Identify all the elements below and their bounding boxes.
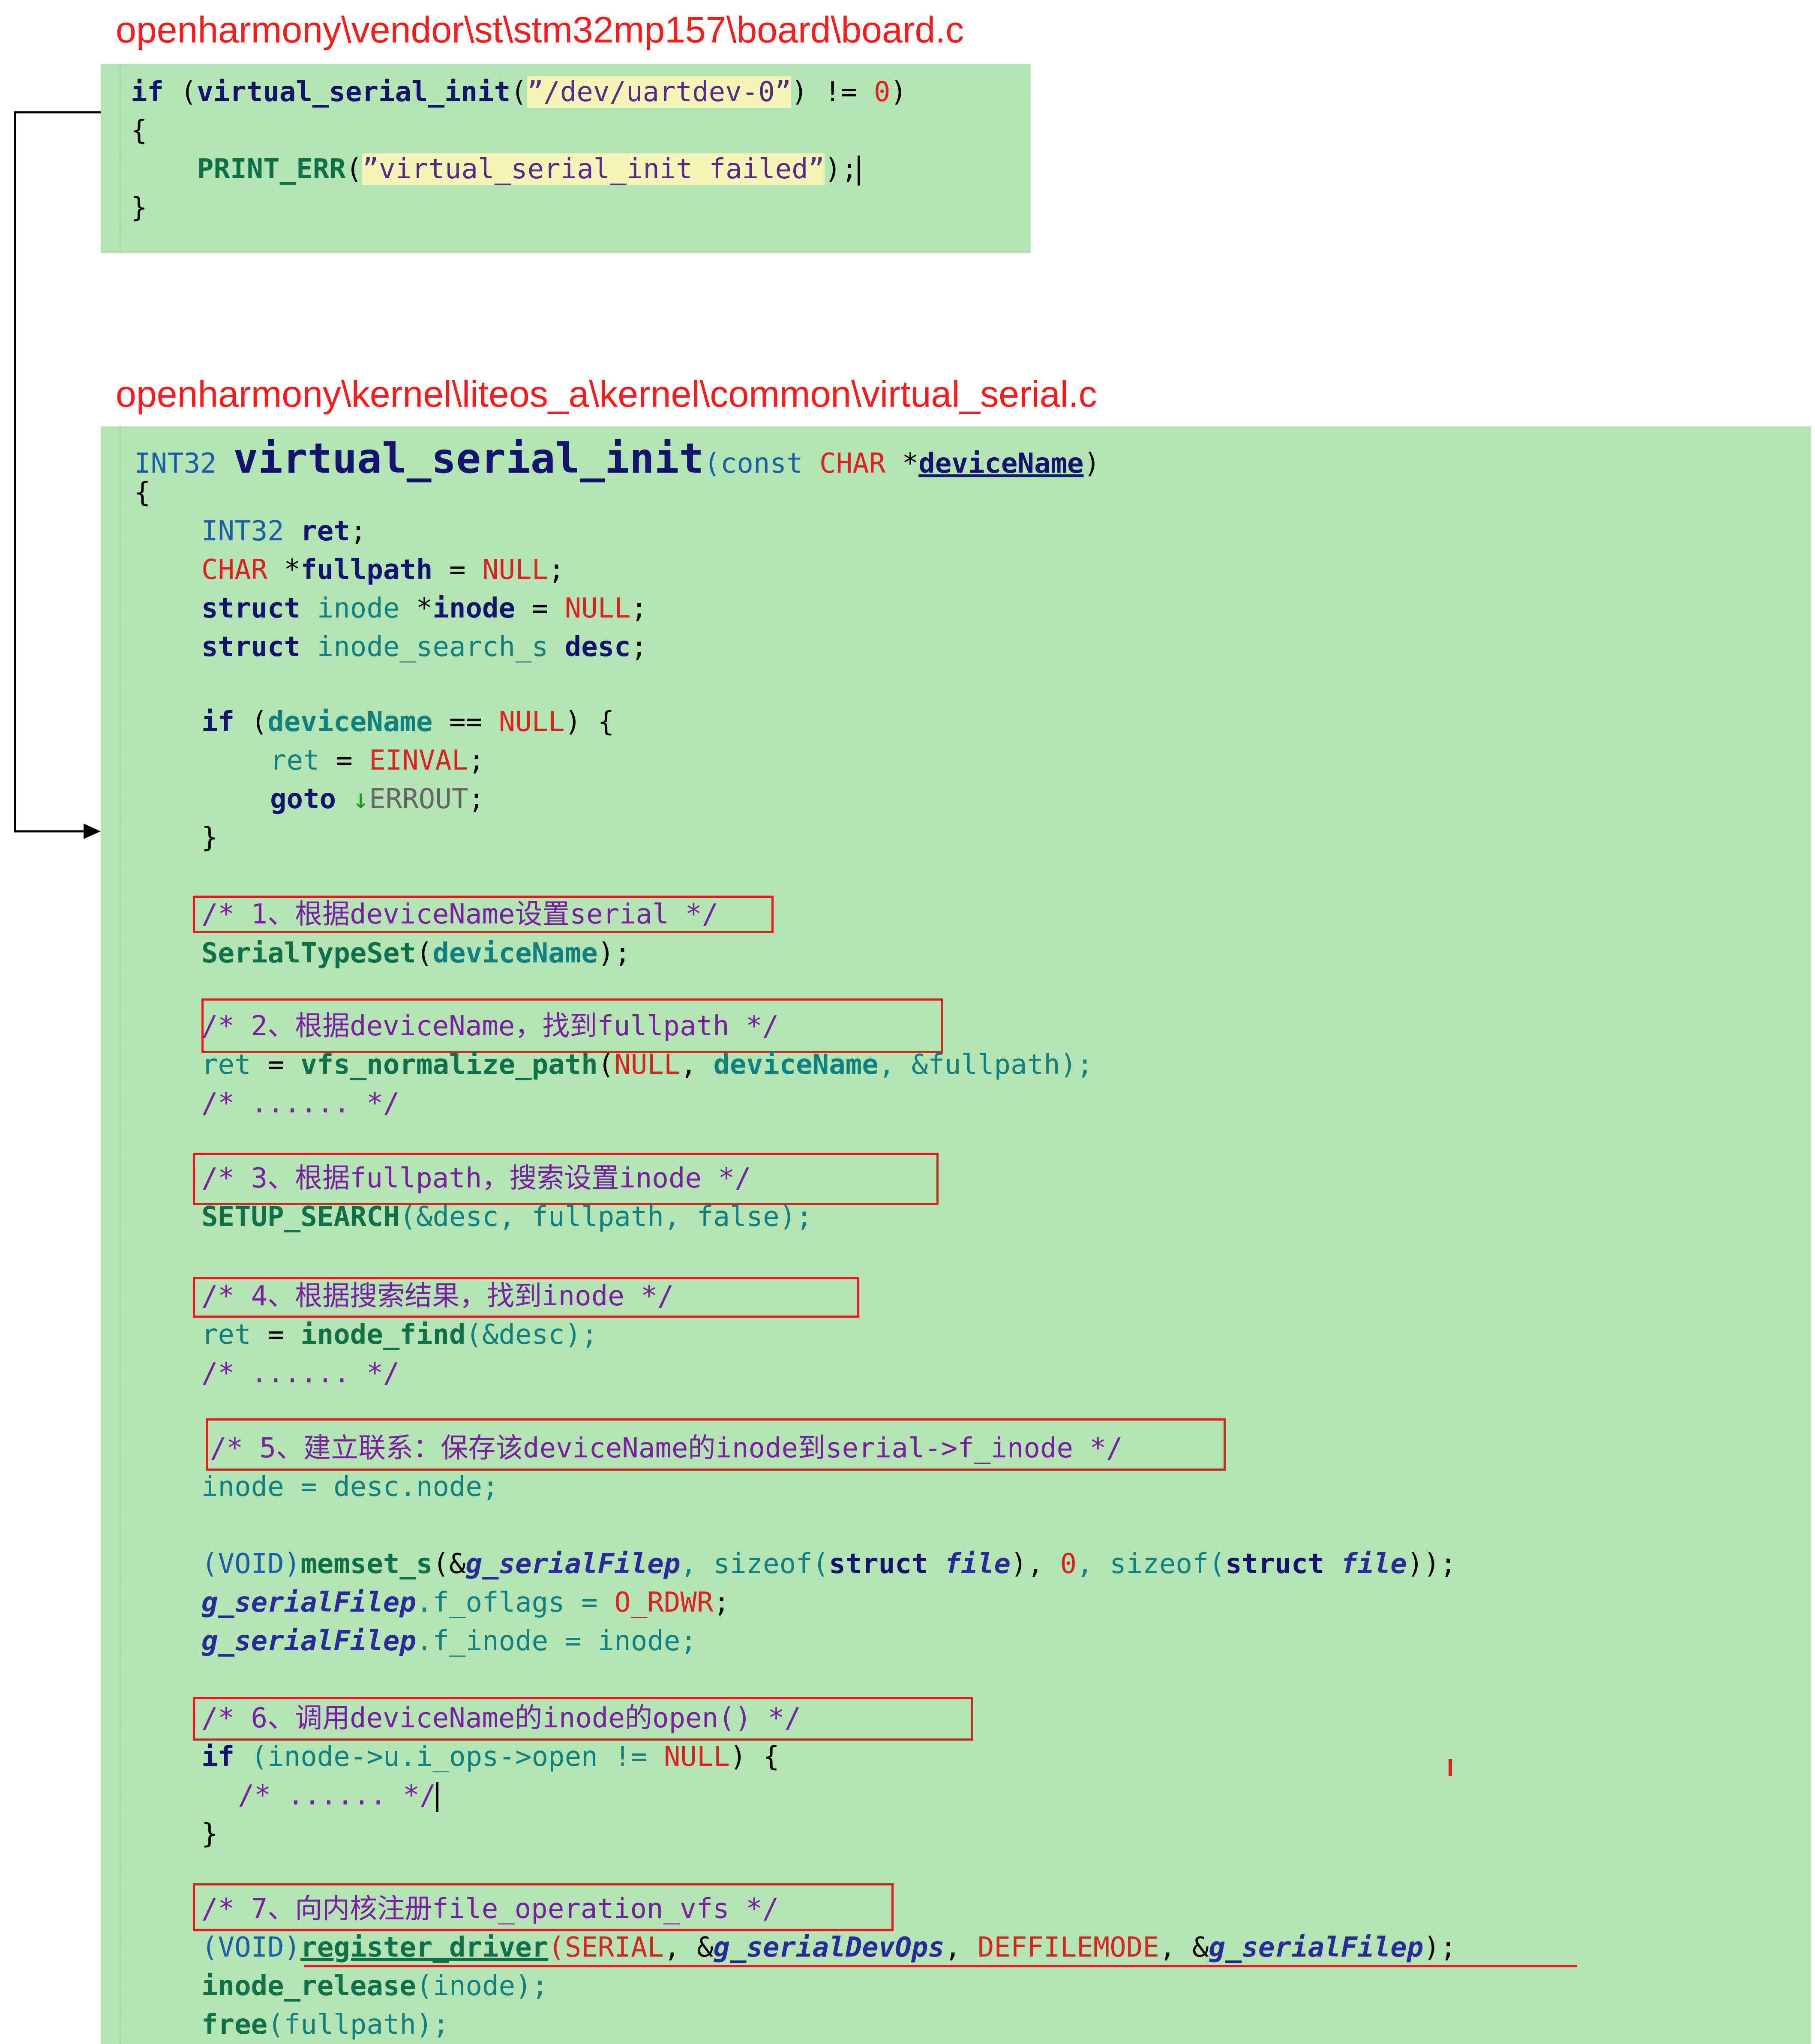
comment-step-3: /* 3、根据fullpath，搜索设置inode */ [201,1163,751,1194]
code-line: ret = EINVAL; [270,745,485,776]
code-line: PRINT_ERR(”virtual_serial_init failed”); [197,152,861,186]
code-line: /* ...... */ [238,1778,439,1813]
code-line: g_serialFilep.f_oflags = O_RDWR; [201,1587,730,1618]
text-cursor [858,156,861,186]
text-cursor [436,1782,439,1812]
code-line: goto ↓ERROUT; [270,783,485,815]
comment-step-7: /* 7、向内核注册file_operation_vfs */ [201,1893,779,1925]
comment-step-4: /* 4、根据搜索结果，找到inode */ [201,1280,674,1312]
code-line: if (inode->u.i_ops->open != NULL) { [201,1741,780,1773]
code-line: inode_release(inode); [201,1970,549,2002]
code-line: free(fullpath); [201,2009,449,2041]
code-line: inode = desc.node; [201,1471,499,1503]
code-line: if (deviceName == NULL) { [201,706,615,738]
code-line: if (virtual_serial_init(”/dev/uartdev-0”… [131,76,907,108]
comment-step-5: /* 5、建立联系：保存该deviceName的inode到serial->f_… [210,1433,1123,1464]
connector-arrow [14,111,101,839]
code-line: INT32 ret; [201,515,367,547]
code-line: (VOID)register_driver(SERIAL, &g_serialD… [201,1932,1457,1963]
code-line: /* ...... */ [201,1358,400,1389]
code-line: } [201,822,218,854]
red-underline [304,1965,1577,1967]
code-panel-board: if (virtual_serial_init(”/dev/uartdev-0”… [101,64,1031,253]
comment-step-1: /* 1、根据deviceName设置serial */ [201,899,719,930]
code-panel-virtual-serial: INT32 virtual_serial_init(const CHAR *de… [101,426,1811,2044]
code-line: ret = inode_find(&desc); [201,1319,598,1351]
code-line: } [131,192,147,224]
code-line: { [131,115,147,147]
comment-step-6: /* 6、调用deviceName的inode的open() */ [201,1702,801,1734]
code-line: CHAR *fullpath = NULL; [201,554,565,586]
comment-step-2: /* 2、根据deviceName，找到fullpath */ [201,1010,779,1042]
code-line: struct inode_search_s desc; [201,631,648,663]
code-line: (VOID)memset_s(&g_serialFilep, sizeof(st… [201,1548,1457,1580]
code-line: ret = vfs_normalize_path(NULL, deviceNam… [201,1049,1093,1081]
function-signature: INT32 virtual_serial_init(const CHAR *de… [134,435,1101,483]
file-path-board: openharmony\vendor\st\stm32mp157\board\b… [116,9,964,51]
code-line: } [201,1818,218,1850]
code-line: { [134,477,151,509]
red-mark [1449,1759,1452,1776]
file-path-virtual-serial: openharmony\kernel\liteos_a\kernel\commo… [116,374,1097,415]
code-line: SerialTypeSet(deviceName); [201,938,631,969]
code-line: SETUP_SEARCH(&desc, fullpath, false); [201,1201,813,1233]
code-line: struct inode *inode = NULL; [201,593,648,624]
code-line: /* ...... */ [201,1088,400,1119]
code-line: g_serialFilep.f_inode = inode; [201,1625,697,1657]
